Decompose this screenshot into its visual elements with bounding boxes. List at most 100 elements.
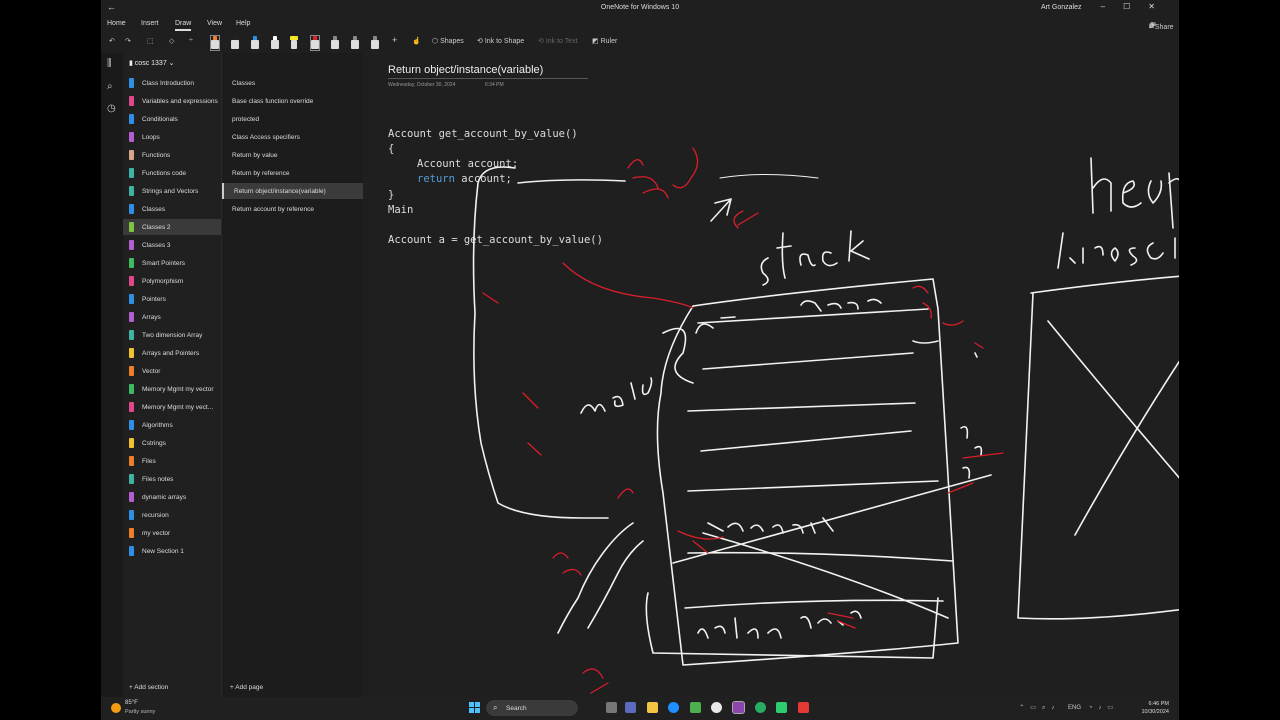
section-item[interactable]: Memory Mgmt my vect...	[123, 399, 221, 415]
pen-gray-1[interactable]	[331, 36, 339, 50]
section-label: Classes	[142, 206, 166, 213]
section-item[interactable]: New Section 1	[123, 543, 221, 559]
highlighter-yellow[interactable]	[290, 36, 298, 50]
page-canvas[interactable]: Return object/instance(variable) Wednesd…	[363, 53, 1179, 697]
section-label: Vector	[142, 368, 161, 375]
undo-icon[interactable]: ↶	[109, 37, 115, 45]
page-item[interactable]: Return object/instance(variable)	[222, 183, 366, 199]
section-item[interactable]: Memory Mgmt my vector	[123, 381, 221, 397]
section-item[interactable]: Functions code	[123, 165, 221, 181]
page-item[interactable]: protected	[222, 111, 364, 127]
page-item[interactable]: Base class function override	[222, 93, 364, 109]
section-item[interactable]: Classes 3	[123, 237, 221, 253]
section-item[interactable]: recursion	[123, 507, 221, 523]
section-item[interactable]: Files	[123, 453, 221, 469]
section-color-tab	[129, 258, 134, 268]
eraser-icon[interactable]: ◇	[169, 37, 174, 45]
pen-blue[interactable]	[251, 36, 259, 50]
pen-orange[interactable]	[210, 35, 220, 51]
search-icon[interactable]: ⌕	[107, 81, 113, 92]
weather-condition: Partly sunny	[125, 709, 156, 715]
onenote-icon[interactable]	[732, 701, 745, 714]
section-label: Conditionals	[142, 116, 178, 123]
page-label: protected	[232, 116, 260, 123]
menu-draw[interactable]: Draw	[175, 20, 192, 31]
user-name[interactable]: Art Gonzalez	[1041, 4, 1081, 11]
section-item[interactable]: Files notes	[123, 471, 221, 487]
taskbar-search[interactable]: ⌕ Search	[486, 700, 578, 716]
task-view-icon[interactable]	[606, 702, 617, 713]
chrome-profile-icon[interactable]	[755, 702, 766, 713]
ink-to-shape-button[interactable]: ⟲ Ink to Shape	[477, 37, 524, 45]
page-label: Return by reference	[232, 170, 290, 177]
page-item[interactable]: Classes	[222, 75, 364, 91]
section-item[interactable]: Arrays	[123, 309, 221, 325]
copilot-icon[interactable]	[625, 702, 636, 713]
store-icon[interactable]	[690, 702, 701, 713]
section-color-tab	[129, 186, 134, 196]
pen-black[interactable]	[231, 36, 239, 50]
page-item[interactable]: Return by value	[222, 147, 364, 163]
menu-insert[interactable]: Insert	[141, 20, 159, 27]
page-item[interactable]: Class Access specifiers	[222, 129, 364, 145]
section-color-tab	[129, 474, 134, 484]
system-tray[interactable]: ⌃▭⌕♪ ENG ◔♪▭	[1019, 704, 1119, 712]
section-item[interactable]: Classes 2	[123, 219, 221, 235]
section-item[interactable]: Smart Pointers	[123, 255, 221, 271]
section-item[interactable]: Pointers	[123, 291, 221, 307]
red-ink-strokes	[482, 147, 1004, 694]
section-item[interactable]: my vector	[123, 525, 221, 541]
pen-red[interactable]	[310, 35, 320, 51]
section-color-tab	[129, 420, 134, 430]
shapes-button[interactable]: ⬡ Shapes	[432, 37, 464, 45]
window-controls[interactable]: –☐✕	[1101, 2, 1173, 11]
section-item[interactable]: Functions	[123, 147, 221, 163]
section-item[interactable]: Variables and expressions	[123, 93, 221, 109]
pycharm-icon[interactable]	[776, 702, 787, 713]
section-item[interactable]: Algorithms	[123, 417, 221, 433]
ruler-button[interactable]: ◩ Ruler	[592, 37, 617, 45]
notebooks-icon[interactable]: ⫼	[107, 58, 112, 69]
recent-icon[interactable]: ◷	[107, 103, 116, 114]
page-item[interactable]: Return account by reference	[222, 201, 364, 217]
add-page-button[interactable]: + Add page	[230, 684, 263, 691]
section-item[interactable]: Two dimension Array	[123, 327, 221, 343]
section-item[interactable]: Strings and Vectors	[123, 183, 221, 199]
section-item[interactable]: Loops	[123, 129, 221, 145]
notebook-selector[interactable]: ▮ cosc 1337 ⌄	[129, 59, 175, 67]
section-color-tab	[129, 312, 134, 322]
clock[interactable]: 6:46 PM 10/30/2024	[1141, 700, 1169, 716]
menu-home[interactable]: Home	[107, 20, 126, 27]
section-item[interactable]: dynamic arrays	[123, 489, 221, 505]
section-item[interactable]: Polymorphism	[123, 273, 221, 289]
pen-white[interactable]	[271, 36, 279, 50]
redo-icon[interactable]: ↷	[125, 37, 131, 45]
section-item[interactable]: Class Introduction	[123, 75, 221, 91]
lasso-icon[interactable]: ⬚	[147, 37, 154, 45]
space-icon[interactable]: ÷	[189, 37, 193, 44]
menu-help[interactable]: Help	[236, 20, 250, 27]
section-item[interactable]: Conditionals	[123, 111, 221, 127]
app-icon[interactable]	[798, 702, 809, 713]
section-label: Smart Pointers	[142, 260, 185, 267]
section-label: Arrays and Pointers	[142, 350, 200, 357]
add-section-button[interactable]: + Add section	[129, 684, 168, 691]
menu-view[interactable]: View	[207, 20, 222, 27]
section-item[interactable]: Classes	[123, 201, 221, 217]
add-pen-icon[interactable]: +	[392, 35, 397, 45]
more-icon[interactable]: ⋯	[1149, 21, 1157, 30]
page-item[interactable]: Return by reference	[222, 165, 364, 181]
section-item[interactable]: Cstrings	[123, 435, 221, 451]
chrome-icon[interactable]	[711, 702, 722, 713]
file-explorer-icon[interactable]	[647, 702, 658, 713]
ink-drawing[interactable]	[363, 53, 1179, 697]
section-item[interactable]: Vector	[123, 363, 221, 379]
touch-draw-icon[interactable]: ☝	[412, 37, 421, 45]
pen-gray-2[interactable]	[351, 36, 359, 50]
pen-gray-3[interactable]	[371, 36, 379, 50]
section-item[interactable]: Arrays and Pointers	[123, 345, 221, 361]
nav-rail: ⫼ ⌕ ◷	[101, 53, 123, 697]
ink-to-text-button[interactable]: ⟲ Ink to Text	[538, 37, 578, 45]
edge-icon[interactable]	[668, 702, 679, 713]
windows-start-icon[interactable]	[469, 702, 480, 713]
